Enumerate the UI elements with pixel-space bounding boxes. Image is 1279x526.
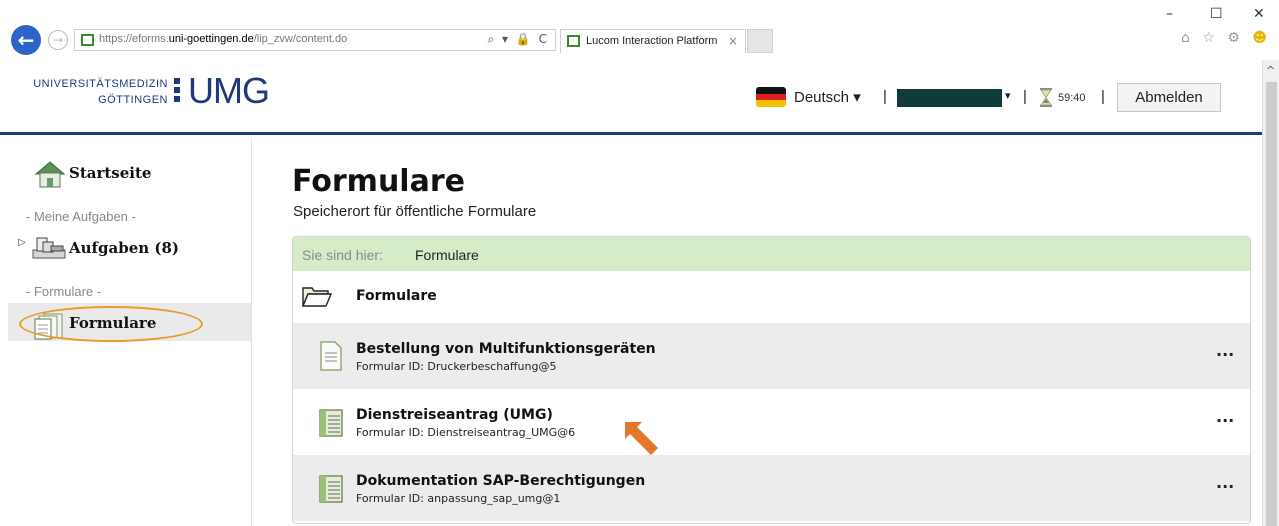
form-name[interactable]: Bestellung von Multifunktionsgeräten [356,341,656,357]
logo-mark: UMG [188,70,270,111]
tab-title: Lucom Interaction Platform [586,35,718,47]
header-separator: | [883,88,887,105]
logo-line1: UNIVERSITÄTSMEDIZIN [33,78,168,90]
more-icon[interactable]: ··· [1216,411,1234,430]
form-register-icon [319,409,343,437]
forms-panel: Sie sind hier: Formulare Formulare Beste… [292,236,1251,524]
close-window-icon[interactable]: ✕ [1253,6,1265,22]
address-controls[interactable]: ⌕ ▾ 🔒 C [487,32,549,47]
page-title: Formulare [292,164,465,199]
breadcrumb: Sie sind hier: Formulare [293,237,1250,271]
form-row[interactable]: Dienstreiseantrag (UMG) Formular ID: Die… [293,389,1250,455]
toolbar-icons[interactable]: ⌂ ☆ ⚙ ☻ [1181,30,1271,46]
breadcrumb-current[interactable]: Formulare [415,247,479,263]
expand-arrow-icon[interactable]: ▷ [18,237,26,248]
header-separator: | [1101,88,1105,105]
hourglass-icon [1040,88,1052,107]
more-icon[interactable]: ··· [1216,477,1234,496]
tasks-icon[interactable] [31,236,67,260]
tab-favicon-icon [567,35,580,47]
form-register-icon [319,475,343,503]
breadcrumb-prefix: Sie sind hier: [302,247,383,263]
form-row[interactable]: Dokumentation SAP-Berechtigungen Formula… [293,455,1250,521]
scrollbar[interactable]: ^ [1262,60,1279,526]
folder-label[interactable]: Formulare [356,288,437,304]
page-root: ← → https://eforms.uni-goettingen.de/lip… [0,0,1279,526]
highlight-ring [19,306,203,342]
logout-button[interactable]: Abmelden [1117,83,1221,112]
url-domain: uni-goettingen.de [168,33,254,45]
sidebar-heading-tasks: - Meine Aufgaben - [26,209,136,224]
pointer-arrow-icon [625,422,658,455]
form-name[interactable]: Dienstreiseantrag (UMG) [356,407,553,423]
logo-line2: GÖTTINGEN [98,94,168,106]
logo-dots [174,78,182,108]
home-icon[interactable] [34,160,66,188]
language-select[interactable]: Deutsch ▾ [794,88,861,106]
address-url[interactable]: https://eforms.uni-goettingen.de/lip_zvw… [99,33,347,45]
scroll-up-icon[interactable]: ^ [1266,64,1275,77]
page-subtitle: Speicherort für öffentliche Formulare [293,203,537,220]
form-name[interactable]: Dokumentation SAP-Berechtigungen [356,473,645,489]
user-name-redacted[interactable] [897,89,1002,107]
address-bar[interactable]: https://eforms.uni-goettingen.de/lip_zvw… [74,29,556,51]
sidebar-item-home[interactable]: Startseite [69,164,151,182]
form-id: Formular ID: anpassung_sap_umg@1 [356,492,561,505]
more-icon[interactable]: ··· [1216,345,1234,364]
forward-icon[interactable]: → [48,30,68,50]
url-prefix: https://eforms. [99,33,169,45]
new-tab-button[interactable] [747,29,773,53]
favicon-icon [81,34,94,46]
germany-flag-icon [756,87,786,107]
folder-open-icon [302,287,332,307]
scroll-thumb[interactable] [1266,82,1277,526]
user-menu-caret-icon[interactable]: ▾ [1005,89,1011,102]
tab-close-icon[interactable]: × [728,34,738,48]
back-icon[interactable]: ← [11,25,41,55]
url-path: /lip_zvw/content.do [253,33,348,45]
sidebar-heading-forms: - Formulare - [26,284,102,299]
smiley-icon[interactable]: ☻ [1252,30,1271,46]
browser-tab[interactable]: Lucom Interaction Platform × [560,29,746,53]
session-timer: 59:40 [1058,92,1086,104]
sidebar-item-tasks[interactable]: Aufgaben (8) [69,239,179,257]
toolbar-home-star-gear-icons[interactable]: ⌂ ☆ ⚙ [1181,30,1244,46]
form-id: Formular ID: Druckerbeschaffung@5 [356,360,557,373]
folder-row[interactable]: Formulare [293,271,1250,323]
form-row[interactable]: Bestellung von Multifunktionsgeräten For… [293,323,1250,389]
form-document-icon [320,341,342,371]
sidebar: Startseite - Meine Aufgaben - ▷ Aufgaben… [8,138,252,526]
form-id: Formular ID: Dienstreiseantrag_UMG@6 [356,426,576,439]
minimize-icon[interactable]: – [1166,6,1173,22]
browser-chrome: ← → https://eforms.uni-goettingen.de/lip… [0,0,1279,60]
header-separator: | [1023,88,1027,105]
maximize-icon[interactable]: ☐ [1210,6,1223,22]
